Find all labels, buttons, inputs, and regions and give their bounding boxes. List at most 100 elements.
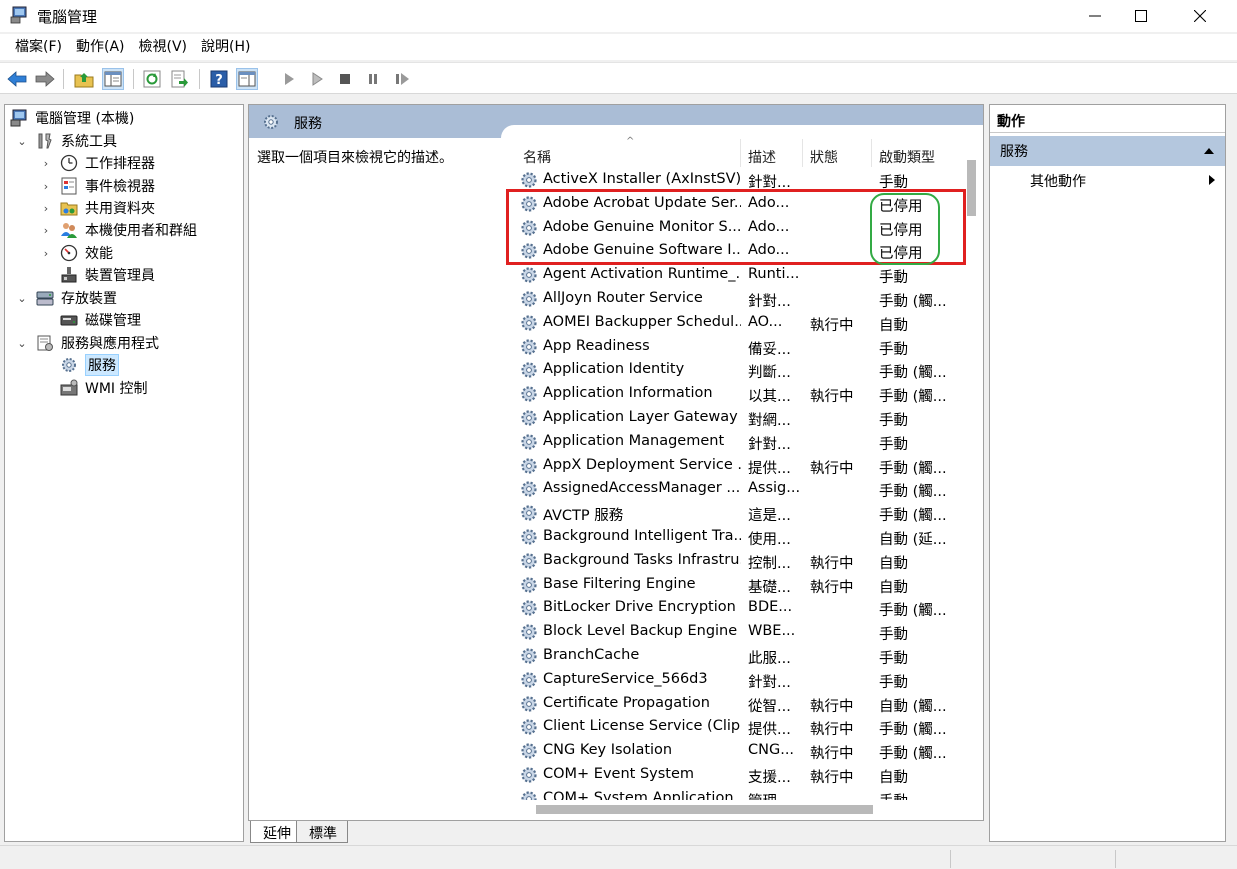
help-icon: ? bbox=[210, 70, 228, 88]
chevron-right-icon[interactable]: › bbox=[39, 157, 53, 170]
tree-item-event-viewer[interactable]: › 事件檢視器 bbox=[39, 175, 155, 197]
export-list-icon bbox=[171, 70, 188, 88]
service-name: Agent Activation Runtime_... bbox=[543, 266, 741, 283]
tree-item-performance[interactable]: › 效能 bbox=[39, 242, 113, 264]
chevron-right-icon[interactable]: › bbox=[39, 202, 53, 215]
pause-service-button[interactable] bbox=[362, 68, 384, 90]
service-row[interactable]: Background Tasks Infrastru... 控制... 執行中 自動 bbox=[511, 549, 961, 573]
service-name: Client License Service (Clip... bbox=[543, 718, 741, 735]
tree-item-label: 工作排程器 bbox=[85, 156, 155, 172]
chevron-down-icon[interactable]: ⌄ bbox=[15, 337, 29, 350]
more-actions-item[interactable]: 其他動作 bbox=[1030, 171, 1086, 191]
service-row[interactable]: Block Level Backup Engine ... WBE... 手動 bbox=[511, 620, 961, 644]
tree-item-task-scheduler[interactable]: › 工作排程器 bbox=[39, 152, 155, 174]
minimize-button[interactable] bbox=[1072, 0, 1118, 32]
menu-help[interactable]: 說明(H) bbox=[194, 35, 257, 59]
tree-item-label: 共用資料夾 bbox=[85, 201, 155, 217]
service-row[interactable]: Agent Activation Runtime_... Runti... 手動 bbox=[511, 263, 961, 287]
tree-item-services-applications[interactable]: ⌄ 服務與應用程式 bbox=[15, 332, 159, 354]
chevron-right-icon[interactable]: › bbox=[39, 247, 53, 260]
help-button[interactable]: ? bbox=[208, 68, 230, 90]
tree-item-local-users-groups[interactable]: › 本機使用者和群組 bbox=[39, 219, 197, 241]
tree-item-disk-management[interactable]: 磁碟管理 bbox=[59, 309, 141, 331]
close-button[interactable] bbox=[1177, 0, 1223, 32]
service-row[interactable]: Application Management 針對... 手動 bbox=[511, 430, 961, 454]
collapse-up-icon[interactable] bbox=[1203, 147, 1215, 155]
tree-item-wmi-control[interactable]: WMI 控制 bbox=[59, 377, 148, 399]
menu-bar: 檔案(F) 動作(A) 檢視(V) 說明(H) bbox=[0, 34, 1237, 60]
menu-file[interactable]: 檔案(F) bbox=[8, 35, 69, 59]
forward-button[interactable] bbox=[34, 68, 56, 90]
maximize-icon bbox=[1135, 10, 1147, 22]
service-gear-icon bbox=[519, 646, 539, 666]
service-row[interactable]: AllJoyn Router Service 針對... 手動 (觸... bbox=[511, 287, 961, 311]
maximize-button[interactable] bbox=[1118, 0, 1164, 32]
tree-item-services[interactable]: 服務 bbox=[59, 354, 119, 376]
tab-extended[interactable]: 延伸 bbox=[250, 821, 302, 843]
back-arrow-icon bbox=[7, 71, 27, 87]
service-row[interactable]: BranchCache 此服... 手動 bbox=[511, 644, 961, 668]
tab-standard[interactable]: 標準 bbox=[296, 821, 348, 843]
service-row[interactable]: Application Information 以其... 執行中 手動 (觸... bbox=[511, 382, 961, 406]
column-divider[interactable] bbox=[802, 139, 803, 167]
service-row[interactable]: Base Filtering Engine 基礎... 執行中 自動 bbox=[511, 573, 961, 597]
service-row[interactable]: COM+ System Application 管理... 手動 bbox=[511, 787, 961, 800]
refresh-button[interactable] bbox=[141, 68, 163, 90]
tree-item-shared-folders[interactable]: › 共用資料夾 bbox=[39, 197, 155, 219]
service-startup-type: 自動 bbox=[879, 317, 908, 334]
scrollbar-thumb[interactable] bbox=[967, 160, 976, 216]
show-hide-tree-button[interactable] bbox=[102, 68, 124, 90]
service-row[interactable]: CNG Key Isolation CNG... 執行中 手動 (觸... bbox=[511, 739, 961, 763]
restart-service-button[interactable] bbox=[391, 68, 413, 90]
chevron-down-icon[interactable]: ⌄ bbox=[15, 135, 29, 148]
service-row[interactable]: BitLocker Drive Encryption ... BDE... 手動 (… bbox=[511, 596, 961, 620]
service-gear-icon bbox=[519, 170, 539, 190]
service-row[interactable]: AOMEI Backupper Schedul... AO... 執行中 自動 bbox=[511, 311, 961, 335]
chevron-down-icon[interactable]: ⌄ bbox=[15, 292, 29, 305]
chevron-right-icon[interactable]: › bbox=[39, 180, 53, 193]
service-status: 執行中 bbox=[810, 698, 854, 715]
menu-view[interactable]: 檢視(V) bbox=[132, 35, 195, 59]
menu-action[interactable]: 動作(A) bbox=[69, 35, 132, 59]
up-one-level-button[interactable] bbox=[73, 68, 95, 90]
service-name: Application Information bbox=[543, 385, 713, 402]
column-header-description[interactable]: 描述 bbox=[748, 147, 776, 167]
service-row[interactable]: CaptureService_566d3 針對... 手動 bbox=[511, 668, 961, 692]
column-header-status[interactable]: 狀態 bbox=[810, 147, 838, 167]
service-row[interactable]: AVCTP 服務 這是... 手動 (觸... bbox=[511, 501, 961, 525]
computer-management-icon bbox=[10, 6, 27, 24]
service-row[interactable]: COM+ Event System 支援... 執行中 自動 bbox=[511, 763, 961, 787]
users-icon bbox=[59, 220, 79, 240]
back-button[interactable] bbox=[6, 68, 28, 90]
export-list-button[interactable] bbox=[169, 68, 191, 90]
start-service-button[interactable] bbox=[278, 68, 300, 90]
scrollbar-thumb[interactable] bbox=[536, 805, 873, 814]
service-row[interactable]: App Readiness 備妥... 手動 bbox=[511, 335, 961, 359]
tree-item-device-manager[interactable]: 裝置管理員 bbox=[59, 264, 155, 286]
service-startup-type: 手動 bbox=[879, 436, 908, 453]
service-startup-type: 手動 (觸... bbox=[879, 746, 947, 763]
service-row[interactable]: Client License Service (Clip... 提供... 執行中 手… bbox=[511, 715, 961, 739]
stop-service-button[interactable] bbox=[334, 68, 356, 90]
chevron-right-icon[interactable]: › bbox=[39, 224, 53, 237]
tree-item-computer-management[interactable]: 電腦管理 (本機) bbox=[9, 107, 134, 129]
service-row[interactable]: Certificate Propagation 從智... 執行中 自動 (觸... bbox=[511, 692, 961, 716]
tree-item-storage[interactable]: ⌄ 存放裝置 bbox=[15, 287, 117, 309]
start-paused-service-button[interactable] bbox=[306, 68, 328, 90]
service-row[interactable]: Application Layer Gateway ... 對網... 手動 bbox=[511, 406, 961, 430]
column-divider[interactable] bbox=[740, 139, 741, 167]
service-name: ActiveX Installer (AxInstSV) bbox=[543, 171, 741, 187]
service-row[interactable]: Background Intelligent Tra... 使用... 自動 (延.… bbox=[511, 525, 961, 549]
tree-item-system-tools[interactable]: ⌄ 系統工具 bbox=[15, 130, 117, 152]
service-row[interactable]: AssignedAccessManager ... Assig... 手動 (觸..… bbox=[511, 477, 961, 501]
computer-management-window: 電腦管理 檔案(F) 動作(A) 檢視(V) 說明(H) ? 電腦管理 (本機)… bbox=[0, 0, 1237, 869]
action-pane-toggle-button[interactable] bbox=[236, 68, 258, 90]
tree-item-label: 效能 bbox=[85, 246, 113, 262]
service-row[interactable]: AppX Deployment Service ... 提供... 執行中 手動 (觸… bbox=[511, 454, 961, 478]
horizontal-scrollbar[interactable] bbox=[511, 802, 961, 816]
column-header-startup-type[interactable]: 啟動類型 bbox=[879, 147, 935, 167]
column-divider[interactable] bbox=[871, 139, 872, 167]
column-header-name[interactable]: 名稱 bbox=[523, 147, 551, 167]
service-row[interactable]: Application Identity 判斷... 手動 (觸... bbox=[511, 358, 961, 382]
actions-section-services[interactable]: 服務 bbox=[990, 136, 1225, 166]
